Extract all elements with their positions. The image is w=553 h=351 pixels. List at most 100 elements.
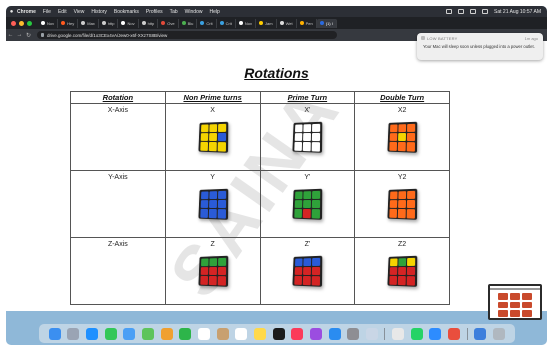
move-cell: Y bbox=[164, 170, 261, 238]
menu-item-edit[interactable]: Edit bbox=[58, 9, 67, 15]
messages-icon[interactable] bbox=[104, 327, 117, 340]
browser-tab[interactable]: Pen bbox=[297, 18, 317, 28]
menu-item-profiles[interactable]: Profiles bbox=[146, 9, 163, 15]
menu-item-bookmarks[interactable]: Bookmarks bbox=[114, 9, 139, 15]
apple-icon[interactable]: ● bbox=[6, 9, 17, 15]
calendar-icon[interactable] bbox=[197, 327, 210, 340]
axis-label: X-Axis bbox=[107, 107, 128, 114]
cube-sticker bbox=[312, 142, 321, 152]
mail-icon[interactable] bbox=[123, 327, 136, 340]
preview-icon[interactable] bbox=[365, 327, 378, 340]
low-battery-notification[interactable]: LOW BATTERY 1m ago Your Mac will sleep s… bbox=[417, 33, 543, 60]
window-controls bbox=[11, 20, 32, 26]
move-cell: Z bbox=[164, 237, 261, 305]
safari-icon[interactable] bbox=[85, 327, 98, 340]
tab-favicon-icon bbox=[161, 21, 166, 25]
cube-sticker bbox=[407, 257, 416, 266]
browser-tab[interactable]: Crit bbox=[197, 18, 217, 28]
column-header: Double Turn bbox=[354, 91, 450, 104]
browser-tab[interactable]: Hey bbox=[58, 18, 79, 28]
cube-sticker bbox=[294, 123, 303, 133]
column-header: Non Prime turns bbox=[164, 91, 261, 104]
browser-tab[interactable]: Ove bbox=[158, 18, 179, 28]
cube-sticker bbox=[303, 123, 312, 132]
app-icon[interactable] bbox=[448, 327, 461, 340]
back-icon[interactable]: ← bbox=[6, 32, 15, 38]
thumbnail-grid bbox=[498, 293, 532, 317]
tab-label: Nov bbox=[47, 20, 55, 26]
forward-icon[interactable]: → bbox=[15, 32, 24, 38]
search-icon[interactable] bbox=[470, 9, 477, 14]
cube-sticker bbox=[303, 199, 312, 209]
notes-icon[interactable] bbox=[253, 327, 266, 340]
thumbnail-cell bbox=[510, 310, 520, 317]
appstore-icon[interactable] bbox=[328, 327, 341, 340]
cube-sticker bbox=[199, 275, 208, 285]
whatsapp-icon[interactable] bbox=[410, 327, 423, 340]
control-center-icon[interactable] bbox=[482, 9, 489, 14]
table-header-row: Rotation Non Prime turns Prime Turn Double … bbox=[70, 91, 450, 104]
finder-icon[interactable] bbox=[48, 327, 61, 340]
app-icon-2[interactable] bbox=[474, 327, 487, 340]
thumbnail-cell bbox=[522, 310, 532, 317]
photos-icon[interactable] bbox=[160, 327, 173, 340]
cube-sticker bbox=[199, 199, 208, 209]
chrome-icon[interactable] bbox=[392, 327, 405, 340]
browser-tab[interactable]: Nov bbox=[118, 18, 139, 28]
tab-label: Crit bbox=[206, 20, 213, 26]
browser-tab[interactable]: Blu bbox=[179, 18, 198, 28]
wifi-icon[interactable] bbox=[458, 9, 465, 14]
browser-tab[interactable]: http bbox=[139, 18, 159, 28]
browser-tab[interactable]: Nov bbox=[236, 18, 256, 28]
rubiks-cube-image bbox=[387, 255, 418, 287]
menu-item-tab[interactable]: Tab bbox=[170, 9, 178, 15]
cube-sticker bbox=[199, 141, 208, 151]
minimize-window-button[interactable] bbox=[19, 20, 24, 26]
menu-item-file[interactable]: File bbox=[43, 9, 51, 15]
browser-tab[interactable]: (1) I bbox=[316, 18, 337, 28]
cube-sticker bbox=[199, 266, 208, 276]
browser-tab[interactable]: Jam bbox=[256, 18, 277, 28]
menu-item-window[interactable]: Window bbox=[185, 9, 203, 15]
browser-tab[interactable]: http bbox=[99, 18, 119, 28]
browser-tab[interactable]: Crit bbox=[217, 18, 236, 28]
zoom-window-button[interactable] bbox=[27, 20, 32, 26]
browser-tab[interactable]: Wet bbox=[277, 18, 297, 28]
reload-icon[interactable]: ↻ bbox=[24, 32, 33, 39]
address-bar[interactable]: drive.google.com/file/d/1o3CEx4vA/Jew0-x… bbox=[37, 31, 337, 39]
settings-icon[interactable] bbox=[347, 327, 360, 340]
menu-item-chrome[interactable]: Chrome bbox=[17, 9, 36, 15]
battery-icon[interactable] bbox=[446, 9, 453, 14]
tab-label: Hey bbox=[67, 20, 75, 26]
close-window-button[interactable] bbox=[11, 20, 16, 26]
screenshot-thumbnail[interactable] bbox=[488, 284, 542, 320]
contacts-icon[interactable] bbox=[216, 327, 229, 340]
cube-sticker bbox=[303, 190, 312, 199]
launchpad-icon[interactable] bbox=[67, 327, 80, 340]
zoom-icon[interactable] bbox=[429, 327, 442, 340]
clock[interactable]: Sat 21 Aug 10:57 AM bbox=[494, 9, 541, 15]
tv-icon[interactable] bbox=[272, 327, 285, 340]
cube-sticker bbox=[312, 190, 322, 199]
trash-icon[interactable] bbox=[493, 327, 506, 340]
podcasts-icon[interactable] bbox=[309, 327, 322, 340]
column-header: Prime Turn bbox=[259, 91, 356, 104]
music-icon[interactable] bbox=[291, 327, 304, 340]
browser-tab[interactable]: Max bbox=[78, 18, 99, 28]
menu-item-help[interactable]: Help bbox=[209, 9, 219, 15]
maps-icon[interactable] bbox=[141, 327, 154, 340]
facetime-icon[interactable] bbox=[179, 327, 192, 340]
cube-sticker bbox=[397, 209, 407, 218]
cube-sticker bbox=[303, 257, 312, 266]
browser-tab[interactable]: Nov bbox=[38, 18, 59, 28]
tab-favicon-icon bbox=[141, 21, 146, 25]
cube-sticker bbox=[312, 276, 321, 286]
menu-item-view[interactable]: View bbox=[74, 9, 85, 15]
cube-sticker bbox=[208, 132, 217, 142]
tab-favicon-icon bbox=[279, 21, 284, 25]
reminders-icon[interactable] bbox=[235, 327, 248, 340]
tab-favicon-icon bbox=[319, 21, 324, 25]
menu-item-history[interactable]: History bbox=[91, 9, 107, 15]
cube-sticker bbox=[389, 199, 398, 209]
cube-sticker bbox=[407, 199, 416, 209]
